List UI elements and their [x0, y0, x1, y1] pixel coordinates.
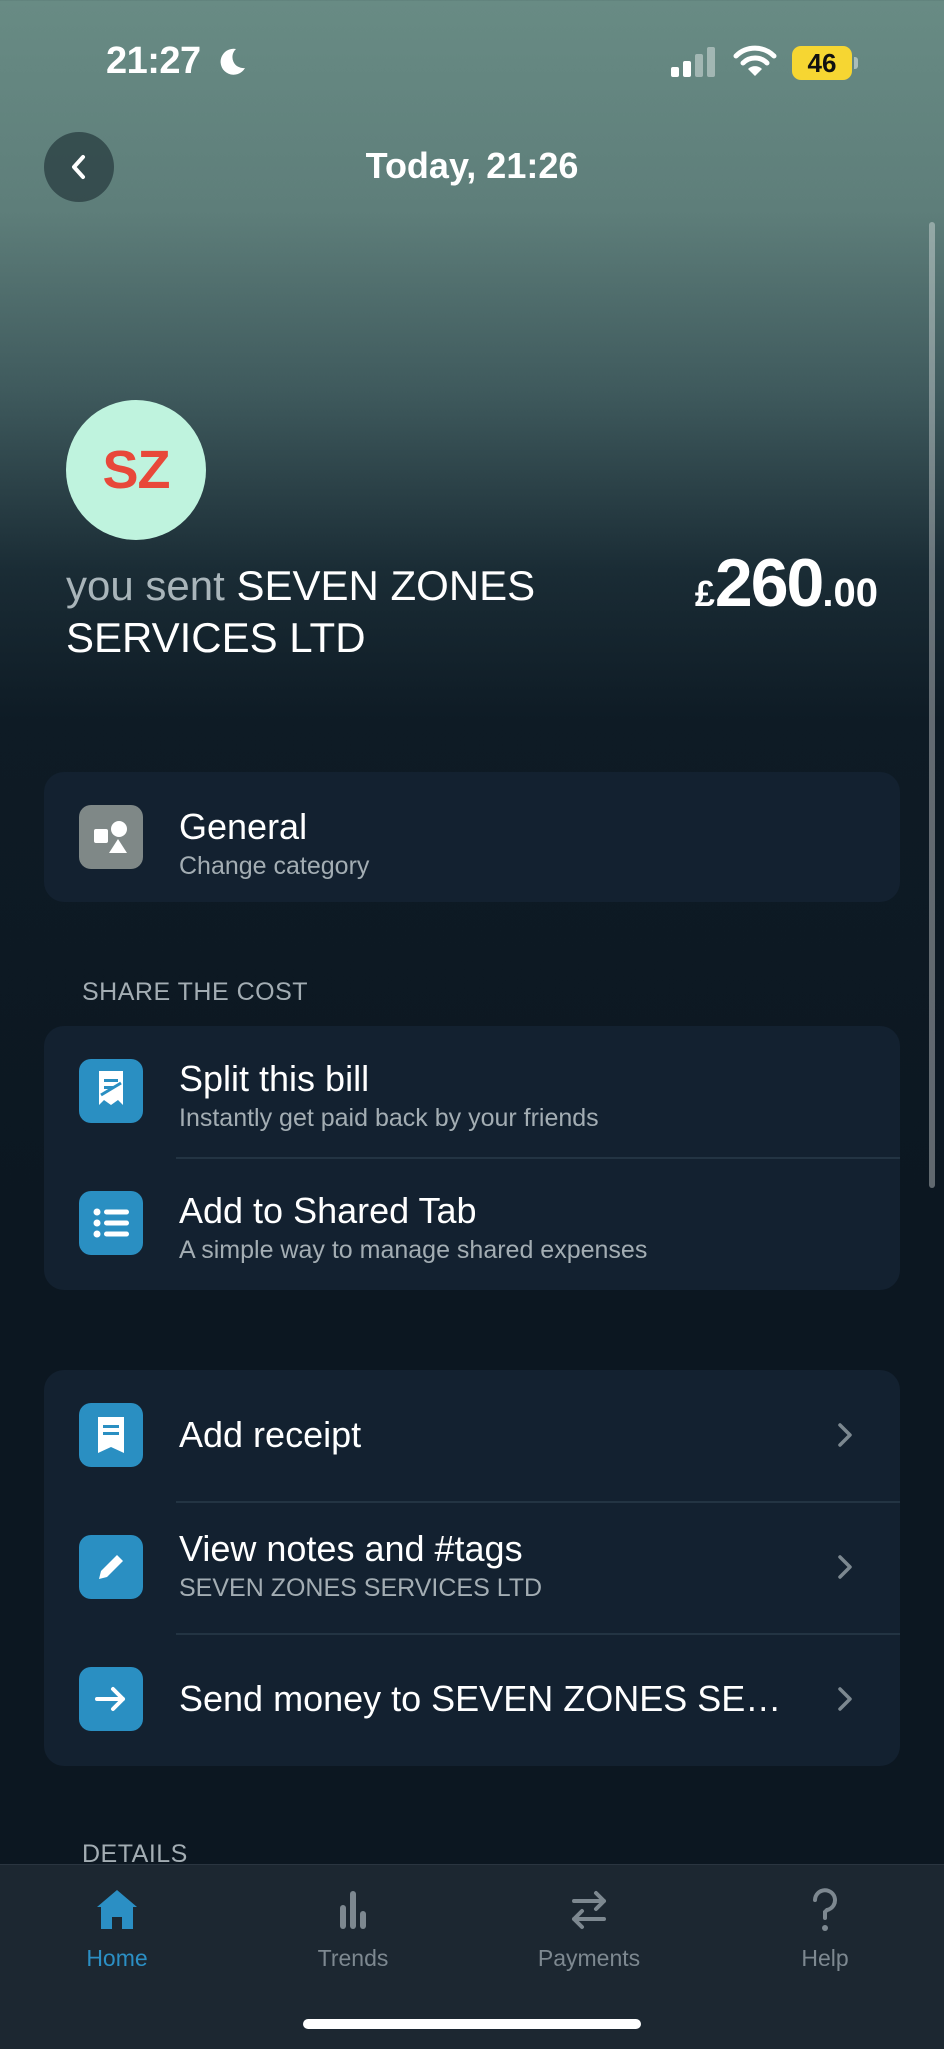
- amount-major: 260: [714, 545, 824, 621]
- shared-tab-subtitle: A simple way to manage shared expenses: [179, 1236, 648, 1264]
- sent-prefix: you sent: [66, 562, 225, 609]
- category-shapes-icon: [79, 805, 143, 869]
- notes-tags-subtitle: SEVEN ZONES SERVICES LTD: [179, 1574, 543, 1602]
- trends-icon: [340, 1891, 366, 1929]
- tab-payments-label: Payments: [537, 1945, 641, 1971]
- arrow-right-icon: [79, 1667, 143, 1731]
- wifi-icon: [733, 45, 777, 76]
- battery-indicator: 46: [792, 46, 858, 80]
- receipt-icon: [79, 1403, 143, 1467]
- split-bill-title: Split this bill: [179, 1058, 370, 1099]
- status-time: 21:27: [106, 40, 201, 82]
- merchant-avatar: SZ: [66, 400, 206, 540]
- tab-trends-label: Trends: [317, 1945, 389, 1971]
- amount-currency: £: [694, 573, 715, 614]
- split-bill-subtitle: Instantly get paid back by your friends: [179, 1104, 599, 1132]
- signal-icon: [671, 47, 715, 77]
- category-card[interactable]: General Change category: [44, 772, 900, 902]
- category-row[interactable]: General Change category: [44, 772, 900, 902]
- share-section-label: SHARE THE COST: [82, 978, 309, 1006]
- tab-help[interactable]: Help: [735, 1885, 915, 1985]
- avatar-initials: SZ: [102, 440, 170, 500]
- chevron-right-icon: [838, 1687, 852, 1711]
- tab-help-label: Help: [801, 1945, 849, 1971]
- home-icon: [97, 1890, 137, 1929]
- notes-tags-title: View notes and #tags: [179, 1528, 523, 1569]
- add-receipt-row[interactable]: Add receipt: [44, 1370, 900, 1500]
- share-card: Split this bill Instantly get paid back …: [44, 1026, 900, 1290]
- transaction-description: you sent SEVEN ZONES SERVICES LTD: [66, 560, 606, 664]
- tab-trends[interactable]: Trends: [263, 1885, 443, 1985]
- page-title: Today, 21:26: [365, 145, 579, 186]
- shared-tab-title: Add to Shared Tab: [179, 1190, 477, 1231]
- tab-payments[interactable]: Payments: [499, 1885, 679, 1985]
- send-money-title: Send money to SEVEN ZONES SE…: [179, 1678, 782, 1719]
- notes-tags-row[interactable]: View notes and #tags SEVEN ZONES SERVICE…: [44, 1502, 900, 1632]
- split-bill-row[interactable]: Split this bill Instantly get paid back …: [44, 1026, 900, 1156]
- chevron-right-icon: [838, 1555, 852, 1579]
- battery-level: 46: [792, 46, 852, 80]
- list-icon: [79, 1191, 143, 1255]
- moon-icon: [220, 48, 245, 75]
- scrollbar[interactable]: [929, 222, 935, 1188]
- battery-cap: [854, 57, 858, 69]
- category-title: General: [179, 806, 308, 847]
- tab-home[interactable]: Home: [27, 1885, 207, 1985]
- home-indicator: [303, 2019, 641, 2029]
- actions-card: Add receipt View notes and #tags SEVEN Z…: [44, 1370, 900, 1766]
- help-icon: [813, 1888, 837, 1931]
- amount-minor: .00: [822, 571, 878, 615]
- transaction-amount: £260.00: [695, 544, 878, 622]
- pencil-icon: [79, 1535, 143, 1599]
- split-bill-icon: [79, 1059, 143, 1123]
- send-money-row[interactable]: Send money to SEVEN ZONES SE…: [44, 1634, 900, 1764]
- tab-home-label: Home: [86, 1945, 148, 1971]
- category-subtitle: Change category: [179, 852, 370, 880]
- chevron-right-icon: [838, 1423, 852, 1447]
- payments-icon: [572, 1891, 606, 1929]
- add-receipt-title: Add receipt: [179, 1414, 362, 1455]
- shared-tab-row[interactable]: Add to Shared Tab A simple way to manage…: [44, 1158, 900, 1288]
